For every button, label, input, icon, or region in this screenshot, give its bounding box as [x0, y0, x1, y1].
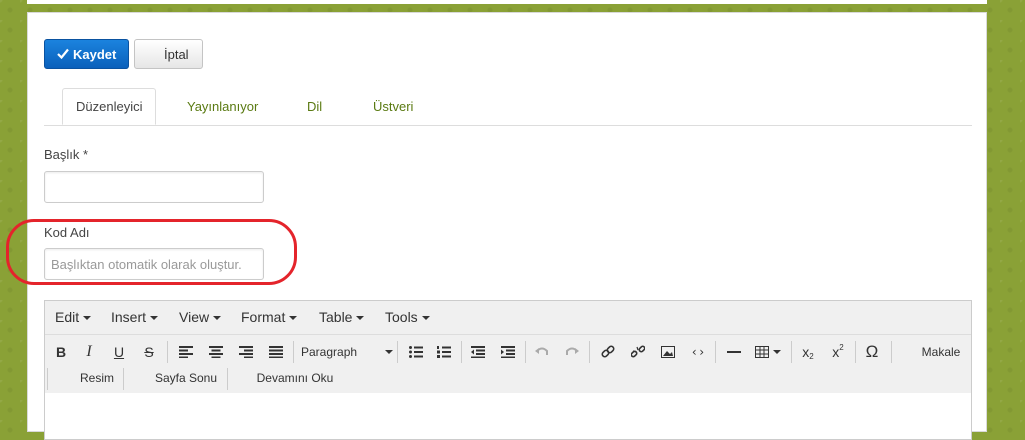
outdent-icon[interactable]: [467, 339, 489, 365]
italic-icon[interactable]: I: [79, 339, 99, 365]
menu-edit[interactable]: Edit: [55, 301, 92, 334]
tab-language[interactable]: Dil: [294, 88, 335, 125]
article-edit-panel: Kaydet İptal Düzenleyici Yayınlanıyor Di…: [6, 12, 987, 440]
image-button[interactable]: Resim: [65, 365, 129, 391]
align-center-icon[interactable]: [205, 339, 227, 365]
undo-icon[interactable]: [531, 339, 553, 365]
redo-icon[interactable]: [561, 339, 583, 365]
superscript-icon[interactable]: x2: [827, 339, 849, 365]
caret-down-icon: [289, 316, 298, 321]
caret-down-icon: [773, 350, 781, 354]
menu-format[interactable]: Format: [241, 301, 298, 334]
menu-tools[interactable]: Tools: [385, 301, 430, 334]
tab-metadata[interactable]: Üstveri: [360, 88, 426, 125]
caret-down-icon: [83, 316, 92, 321]
indent-icon[interactable]: [497, 339, 519, 365]
save-button-label: Kaydet: [73, 46, 117, 62]
editor-content-area[interactable]: [45, 393, 971, 439]
tab-bar: Düzenleyici Yayınlanıyor Dil Üstveri: [44, 88, 972, 126]
menu-insert[interactable]: Insert: [111, 301, 159, 334]
menu-view[interactable]: View: [179, 301, 222, 334]
editor-menubar: Edit Insert View Format Table Tools: [45, 301, 971, 335]
format-select[interactable]: Paragraph: [301, 339, 394, 365]
title-input[interactable]: [44, 171, 264, 203]
code-icon[interactable]: ‹›: [687, 339, 709, 365]
align-left-icon[interactable]: [175, 339, 197, 365]
caret-down-icon: [213, 316, 222, 321]
editor-toolbar: B I U S Paragraph ‹› x 2 x 2 Ω Makale Re…: [45, 335, 971, 394]
strikethrough-icon[interactable]: S: [139, 339, 159, 365]
cancel-button[interactable]: İptal: [134, 39, 203, 69]
numbered-list-icon[interactable]: [433, 339, 455, 365]
table-icon[interactable]: [753, 339, 783, 365]
read-more-button[interactable]: Devamını Oku: [245, 365, 345, 391]
top-strip: [27, 0, 987, 4]
image-icon[interactable]: [657, 339, 679, 365]
article-button[interactable]: Makale: [915, 339, 967, 365]
check-icon: [57, 47, 69, 62]
caret-down-icon: [150, 316, 159, 321]
title-label: Başlık *: [44, 147, 89, 162]
tab-publishing[interactable]: Yayınlanıyor: [174, 88, 271, 125]
underline-icon[interactable]: U: [109, 339, 129, 365]
cancel-button-label: İptal: [164, 46, 189, 62]
subscript-icon[interactable]: x2: [797, 339, 819, 365]
caret-down-icon: [385, 350, 394, 354]
bold-icon[interactable]: B: [51, 339, 71, 365]
align-right-icon[interactable]: [235, 339, 257, 365]
special-character-icon[interactable]: Ω: [861, 339, 883, 365]
unlink-icon[interactable]: [627, 339, 649, 365]
horizontal-rule-icon[interactable]: [723, 339, 745, 365]
caret-down-icon: [356, 316, 365, 321]
alias-input[interactable]: [44, 248, 264, 280]
save-button[interactable]: Kaydet: [44, 39, 129, 69]
rich-text-editor: Edit Insert View Format Table Tools B I …: [44, 300, 972, 440]
menu-table[interactable]: Table: [319, 301, 365, 334]
bullet-list-icon[interactable]: [405, 339, 427, 365]
tab-editor[interactable]: Düzenleyici: [62, 88, 157, 125]
link-icon[interactable]: [597, 339, 619, 365]
alias-label: Kod Adı: [44, 225, 90, 240]
caret-down-icon: [421, 316, 430, 321]
page-break-button[interactable]: Sayfa Sonu: [141, 365, 231, 391]
align-justify-icon[interactable]: [265, 339, 287, 365]
